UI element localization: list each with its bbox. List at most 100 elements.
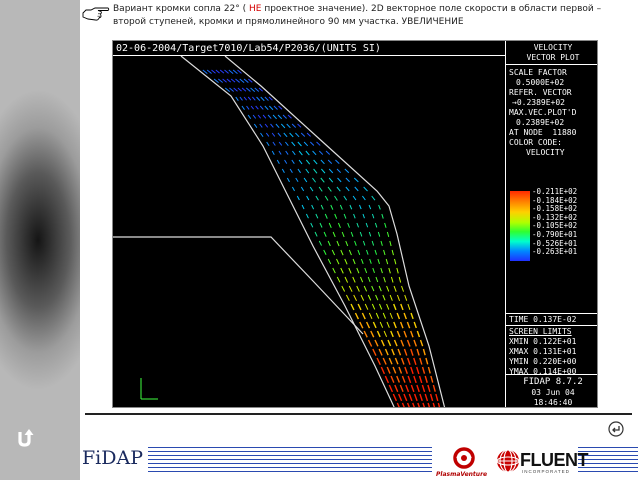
velocity-vector (371, 303, 376, 310)
velocity-vector-plot: 02-06-2004/Target7010/Lab54/P2036/(UNITS… (112, 40, 598, 408)
velocity-vector (291, 159, 295, 164)
velocity-vector (343, 213, 347, 219)
velocity-vector (364, 303, 369, 310)
velocity-vector (309, 141, 315, 146)
software-label: FIDAP 8.7.2 (523, 377, 583, 387)
velocity-vector (354, 312, 360, 320)
velocity-vector (424, 393, 429, 402)
color-code-label: COLOR CODE: (509, 138, 562, 147)
plasmaventure-logo-text: PlasmaVenture (436, 471, 488, 478)
caption-highlight: НЕ (249, 4, 262, 14)
velocity-vector (350, 231, 354, 237)
velocity-vector (377, 231, 381, 237)
velocity-vector (396, 330, 401, 338)
velocity-vector (353, 213, 356, 219)
plot-header: 02-06-2004/Target7010/Lab54/P2036/(UNITS… (113, 41, 505, 56)
velocity-vector (334, 213, 338, 219)
velocity-vector (412, 402, 415, 407)
velocity-vector (401, 402, 405, 407)
velocity-vector (315, 213, 319, 219)
velocity-vector (309, 186, 314, 192)
run-date: 03 Jun 04 (531, 388, 575, 397)
velocity-vector (328, 168, 334, 174)
velocity-vector (265, 132, 270, 137)
velocity-vector (356, 267, 360, 274)
velocity-vector (393, 339, 398, 347)
vector-field (113, 56, 446, 407)
velocity-vector (297, 168, 301, 174)
velocity-vector (403, 330, 408, 338)
slide-caption: Вариант кромки сопла 22° ( НЕ проектное … (113, 4, 602, 27)
velocity-vector (383, 330, 388, 337)
velocity-vector (348, 285, 353, 292)
velocity-vector (332, 231, 336, 238)
velocity-vector (413, 375, 417, 384)
velocity-vector (247, 78, 253, 83)
velocity-vector (332, 267, 336, 274)
velocity-vector (334, 195, 338, 201)
velocity-vector (389, 240, 392, 247)
fluent-logo-text: FLUENT (520, 450, 589, 470)
velocity-vector (386, 303, 390, 310)
velocity-vector (298, 159, 303, 165)
velocity-vector (406, 402, 410, 407)
velocity-vector (406, 357, 411, 365)
legend-labels: -0.211E+02 -0.184E+02 -0.158E+02 -0.132E… (532, 187, 577, 257)
velocity-vector (281, 168, 285, 174)
velocity-vector (419, 339, 424, 347)
fluent-logo-subtitle: INCORPORATED (522, 469, 570, 474)
velocity-vector (268, 96, 273, 101)
refer-vector-value: →0.2389E+02 (512, 98, 565, 107)
velocity-vector (372, 267, 375, 274)
velocity-vector (422, 402, 426, 407)
velocity-vector (352, 195, 357, 201)
velocity-vector (371, 240, 375, 246)
velocity-vector (300, 132, 306, 137)
velocity-vector (252, 114, 257, 119)
velocity-vector (389, 294, 393, 301)
velocity-vector (250, 105, 255, 110)
velocity-vector (377, 258, 380, 265)
velocity-vector (321, 168, 326, 174)
velocity-vector (202, 69, 208, 74)
velocity-vector (406, 321, 411, 329)
panel-title-2: VECTOR PLOT (526, 53, 580, 62)
color-legend: -0.211E+02 -0.184E+02 -0.158E+02 -0.132E… (510, 187, 597, 261)
velocity-vector (361, 195, 366, 201)
velocity-vector (352, 258, 356, 265)
velocity-vector (418, 375, 423, 384)
velocity-vector (354, 240, 357, 246)
velocity-vector (376, 357, 381, 366)
velocity-vector (384, 375, 390, 384)
velocity-vector (356, 285, 360, 292)
previous-slide-icon[interactable] (608, 421, 624, 437)
velocity-vector (392, 393, 398, 402)
velocity-vector (239, 78, 245, 84)
velocity-vector (348, 267, 352, 274)
velocity-vector (353, 177, 359, 183)
return-icon[interactable] (14, 428, 36, 448)
velocity-vector (316, 141, 321, 146)
velocity-vector (285, 150, 289, 155)
velocity-vector (410, 312, 414, 320)
info-panel: VELOCITY VECTOR PLOT SCALE FACTOR 0.5000… (505, 41, 597, 407)
velocity-vector (372, 321, 377, 329)
velocity-vector (264, 123, 269, 128)
velocity-vector (363, 330, 368, 338)
velocity-vector (337, 222, 341, 229)
velocity-vector (378, 348, 383, 356)
velocity-vector (259, 123, 263, 128)
velocity-vector (378, 204, 381, 210)
velocity-vector (262, 114, 267, 119)
velocity-vector (314, 231, 318, 237)
screen-limits-label: SCREEN LIMITS (509, 327, 572, 336)
velocity-vector (393, 321, 397, 329)
velocity-vector (396, 294, 401, 301)
velocity-vector (269, 105, 274, 111)
velocity-vector (427, 366, 431, 374)
velocity-vector (241, 87, 247, 92)
velocity-vector (264, 105, 269, 111)
velocity-vector (413, 339, 417, 347)
velocity-vector (357, 303, 362, 311)
screen-limits-box: SCREEN LIMITS XMIN 0.122E+01 XMAX 0.131E… (506, 326, 597, 376)
